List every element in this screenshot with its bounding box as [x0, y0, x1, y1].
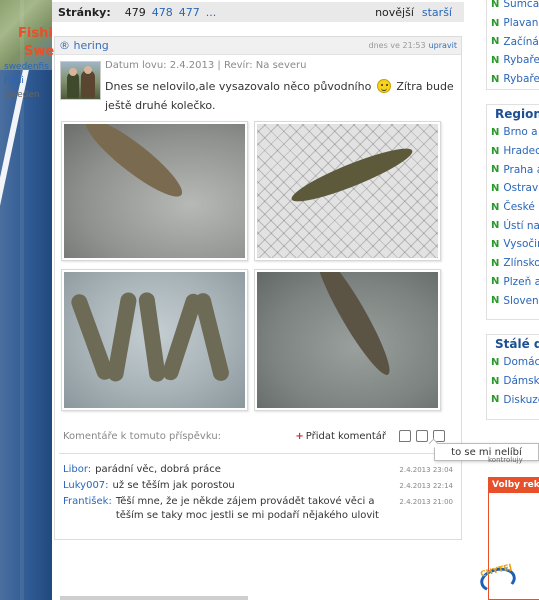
sidebar-box-fixed: Stálé d NDomácí NDámská NDiskuze: [486, 334, 539, 420]
sidebar-item[interactable]: NDámská: [487, 372, 539, 391]
thumbs-up-icon[interactable]: [416, 430, 428, 442]
sidebar-item[interactable]: NSlovens: [487, 291, 539, 310]
bullet-icon: N: [491, 220, 500, 232]
post-text-part1: Dnes se nelovilo,ale vysazovalo něco pův…: [105, 80, 372, 93]
post-text: Dnes se nelovilo,ale vysazovalo něco pův…: [105, 77, 455, 115]
bullet-icon: N: [491, 356, 500, 368]
bullet-icon: N: [491, 0, 500, 10]
post-header: ® hering dnes ve 21:53 upravit: [55, 37, 461, 55]
bullet-icon: N: [491, 145, 500, 157]
add-comment-button[interactable]: + Přidat komentář: [295, 431, 386, 442]
post-author[interactable]: ® hering: [59, 39, 109, 52]
post-time: dnes ve 21:53: [368, 41, 426, 50]
sidebar-item[interactable]: NRybařen: [487, 51, 539, 70]
bullet-icon: N: [491, 394, 500, 406]
comment-row: František: Těší mne, že je někde zájem p…: [63, 495, 453, 523]
sidebar-item[interactable]: NPraha a: [487, 160, 539, 179]
ad-line[interactable]: Fishi: [4, 76, 24, 86]
comment-author[interactable]: Luky007:: [63, 479, 109, 493]
post-photo[interactable]: [254, 269, 441, 411]
comment-date: 2.4.2013 22:14: [399, 482, 453, 490]
comment-date: 2.4.2013 21:00: [399, 498, 453, 506]
bullet-icon: N: [491, 164, 500, 176]
sidebar-item[interactable]: N Hradec: [487, 142, 539, 161]
sidebar-heading: Stálé d: [495, 337, 539, 351]
comment-row: Luky007: už se těším jak porostou 2.4.20…: [63, 479, 453, 493]
sidebar-item[interactable]: NÚstí nad: [487, 216, 539, 235]
post-photo[interactable]: [61, 121, 248, 261]
footer-bar: [60, 596, 248, 600]
site-logo[interactable]: CHYTEJ: [474, 558, 522, 596]
post-photo[interactable]: [61, 269, 248, 411]
sidebar-item[interactable]: NBrno a o: [487, 123, 539, 142]
bullet-icon: N: [491, 36, 500, 48]
fish-image: [307, 272, 399, 381]
sidebar-item[interactable]: NRybařen: [487, 70, 539, 89]
comment-author[interactable]: Libor:: [63, 463, 91, 477]
bullet-icon: N: [491, 257, 500, 269]
pagination-older[interactable]: starší: [422, 6, 452, 19]
bullet-icon: N: [491, 126, 500, 138]
pagination-newer[interactable]: novější: [375, 6, 414, 19]
sidebar-heading: Region: [495, 107, 539, 121]
fish-image: [287, 140, 417, 210]
sidebar-item[interactable]: NDiskuze: [487, 390, 539, 409]
ad-url[interactable]: swedenfis: [4, 62, 49, 72]
ad-line[interactable]: Sweden: [4, 90, 40, 100]
avatar[interactable]: [60, 61, 101, 100]
sidebar-item[interactable]: N Zlínsko: [487, 254, 539, 273]
bullet-icon: N: [491, 73, 500, 85]
pagination-link[interactable]: 477: [179, 6, 200, 19]
sidebar-item[interactable]: NSumcař: [487, 0, 539, 14]
sidebar-item[interactable]: N Plzeň a: [487, 273, 539, 292]
sidebar-item[interactable]: NDomácí: [487, 353, 539, 372]
pagination-label: Stránky:: [58, 5, 111, 19]
comments-bar: Komentáře k tomuto příspěvku: + Přidat ko…: [63, 428, 445, 444]
post-photo[interactable]: [254, 121, 441, 261]
sidebar-box-top: NSumcař NPlavaná NZačínán NRybařen NRyba…: [486, 0, 539, 90]
fish-image: [193, 291, 231, 383]
ad-header[interactable]: Volby rekla: [488, 477, 539, 493]
bullet-icon: N: [491, 17, 500, 29]
divider: [59, 453, 457, 454]
smiley-icon: [376, 79, 391, 93]
comment-date: 2.4.2013 23:04: [399, 466, 453, 474]
pagination-current: 479: [124, 5, 146, 19]
ad-title[interactable]: Fishi: [18, 26, 53, 41]
ad-title[interactable]: Swe: [24, 44, 54, 59]
edit-link[interactable]: upravit: [429, 41, 457, 50]
pagination-link[interactable]: 478: [152, 6, 173, 19]
comment-bubble-icon[interactable]: [399, 430, 411, 442]
sidebar-item[interactable]: NOstrava: [487, 179, 539, 198]
pagination-ellipsis[interactable]: ...: [206, 6, 217, 19]
bullet-icon: N: [491, 54, 500, 66]
sidebar-item[interactable]: NVysočin: [487, 235, 539, 254]
sidebar-subtext: kontrolujy: [488, 456, 523, 464]
sidebar-item[interactable]: NZačínán: [487, 32, 539, 51]
bullet-icon: N: [491, 276, 500, 288]
sidebar-item[interactable]: NPlavaná: [487, 14, 539, 33]
bullet-icon: N: [491, 201, 500, 213]
comments-title: Komentáře k tomuto příspěvku:: [63, 430, 222, 442]
pagination-bar: Stránky: 479 478 477 ... novější starší: [52, 2, 464, 22]
post-card: ® hering dnes ve 21:53 upravit Datum lov…: [54, 36, 462, 540]
comment-row: Libor: parádní věc, dobrá práce 2.4.2013…: [63, 463, 453, 477]
comments-list: Libor: parádní věc, dobrá práce 2.4.2013…: [63, 463, 453, 525]
comment-author[interactable]: František:: [63, 495, 112, 523]
bullet-icon: N: [491, 182, 500, 194]
bullet-icon: N: [491, 295, 500, 307]
sidebar-box-regions: Region NBrno a o NHradec NPraha a NOstra…: [486, 104, 539, 320]
fish-image: [106, 291, 138, 383]
bullet-icon: N: [491, 375, 500, 387]
fish-image: [78, 124, 190, 206]
sidebar-item[interactable]: NČeské B: [487, 198, 539, 217]
bullet-icon: N: [491, 238, 500, 250]
post-meta: Datum lovu: 2.4.2013 | Revír: Na severu: [105, 60, 307, 71]
